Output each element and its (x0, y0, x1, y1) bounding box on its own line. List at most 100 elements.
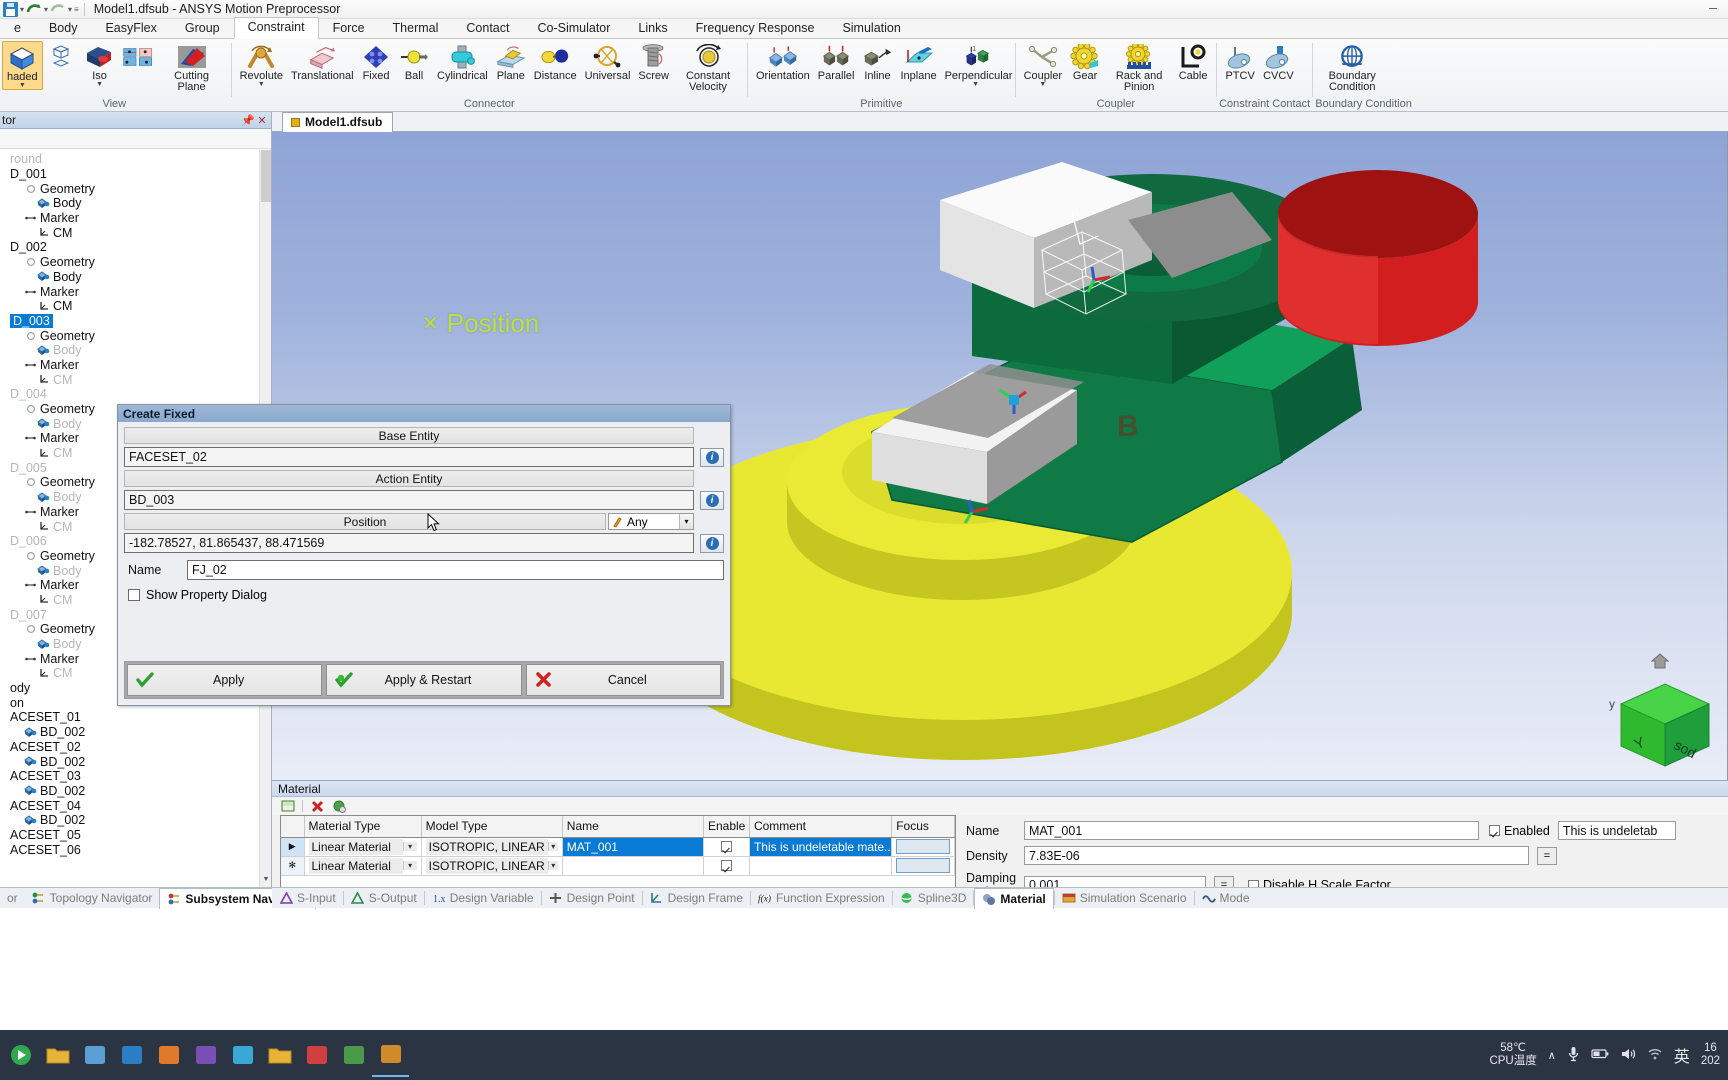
dialog-apply-restart-button[interactable]: Apply & Restart (326, 664, 522, 696)
tree-item[interactable]: ACESET_02 (0, 740, 259, 755)
show-property-checkbox[interactable] (128, 589, 140, 601)
taskbar-ansys-icon[interactable] (372, 1033, 409, 1077)
pin-icon[interactable]: 📌 (241, 114, 255, 127)
chevron-down-icon[interactable]: ▾ (402, 842, 417, 851)
tree-item[interactable]: CM (0, 372, 259, 387)
tree-item[interactable]: Marker (0, 358, 259, 373)
cell-focus[interactable] (891, 837, 955, 857)
ribbon-tab-thermal[interactable]: Thermal (379, 18, 453, 39)
chevron-down-icon[interactable]: ▼ (258, 81, 265, 88)
cell-focus[interactable] (891, 856, 955, 876)
ribbon-tab-co-simulator[interactable]: Co-Simulator (523, 18, 624, 39)
cell-enable[interactable] (703, 856, 750, 876)
ribbon-button-inline[interactable]: Inline (858, 41, 896, 82)
focus-field[interactable] (896, 858, 950, 873)
enabled-checkbox-group[interactable]: Enabled (1489, 824, 1550, 838)
material-name-input[interactable] (1024, 821, 1479, 840)
tree-item[interactable]: ACESET_06 (0, 842, 259, 857)
taskbar-folder-explorer-icon[interactable] (39, 1033, 76, 1077)
chevron-down-icon[interactable]: ▾ (44, 2, 48, 17)
chevron-down-icon[interactable]: ▾ (547, 842, 558, 851)
taskbar-browser-icon[interactable] (224, 1033, 261, 1077)
taskbar-teams-icon[interactable] (187, 1033, 224, 1077)
column-header[interactable]: Name (562, 816, 704, 838)
cell-material-type[interactable]: Linear Material ▾ (304, 837, 422, 857)
cpu-temp-indicator[interactable]: 58℃ CPU温度 (1489, 1042, 1536, 1068)
column-header[interactable] (281, 816, 305, 838)
ribbon-button-universal[interactable]: Universal (581, 41, 635, 82)
row-marker[interactable]: ▶ (281, 837, 305, 857)
column-header[interactable]: Focus (891, 816, 955, 838)
ribbon-tab-easyflex[interactable]: EasyFlex (91, 18, 170, 39)
material-table-body[interactable]: ▶ Linear Material ▾ ISOTROPIC, LINEAR ▾ MAT_0… (281, 837, 955, 876)
base-entity-field[interactable]: FACESET_02 (124, 447, 694, 467)
ribbon-button-coupler[interactable]: Coupler ▼ (1020, 41, 1067, 88)
volume-icon[interactable] (1621, 1047, 1636, 1064)
tree-item[interactable]: Marker (0, 284, 259, 299)
ribbon-tab-e[interactable]: e (0, 18, 35, 39)
minimize-button[interactable]: ─ (1698, 0, 1728, 19)
ribbon-tab-group[interactable]: Group (171, 18, 234, 39)
tree-item[interactable]: Body (0, 196, 259, 211)
undo-icon[interactable] (26, 2, 42, 16)
tree-item[interactable]: Body (0, 343, 259, 358)
tab-s-output[interactable]: S-Output (344, 889, 424, 907)
ribbon-button-cutting-plane[interactable]: Cutting Plane (157, 41, 227, 93)
info-icon[interactable]: i (700, 447, 724, 467)
tree-item[interactable]: Geometry (0, 181, 259, 196)
ribbon-button-inplane[interactable]: Inplane (896, 41, 940, 82)
ribbon-button-orientation[interactable]: Orientation (752, 41, 814, 82)
taskbar-blue-app-icon[interactable] (113, 1033, 150, 1077)
density-input[interactable] (1024, 846, 1529, 865)
save-icon[interactable] (3, 1, 18, 17)
tree-item[interactable]: ACESET_05 (0, 828, 259, 843)
chevron-down-icon[interactable]: ▾ (402, 861, 417, 870)
info-icon[interactable]: i (700, 533, 724, 553)
cell-enable[interactable] (703, 837, 750, 857)
tree-item[interactable]: D_002 (0, 240, 259, 255)
taskbar-calc-icon[interactable] (335, 1033, 372, 1077)
ribbon-tab-links[interactable]: Links (624, 18, 681, 39)
enabled-checkbox[interactable] (1489, 825, 1500, 836)
cell-name[interactable] (562, 856, 704, 876)
ribbon-tab-contact[interactable]: Contact (452, 18, 523, 39)
tab-spline3d[interactable]: Spline3D (893, 889, 974, 907)
tree-item[interactable]: ACESET_03 (0, 769, 259, 784)
taskbar-orange-app-icon[interactable] (150, 1033, 187, 1077)
delete-material-icon[interactable] (310, 799, 325, 813)
tab-design-frame[interactable]: Design Frame (643, 889, 750, 907)
cell-material-type[interactable]: Linear Material ▾ (304, 856, 422, 876)
ribbon-button-gear[interactable]: Gear (1066, 41, 1104, 82)
ribbon-button-cylindrical[interactable]: Cylindrical (433, 41, 492, 82)
wifi-icon[interactable] (1647, 1047, 1663, 1063)
column-header[interactable]: Comment (749, 816, 893, 838)
dialog-cancel-button[interactable]: Cancel (525, 664, 721, 696)
tree-item[interactable]: CM (0, 299, 259, 314)
tree-item[interactable]: BD_002 (0, 754, 259, 769)
tree-item[interactable]: BD_002 (0, 725, 259, 740)
ribbon-tab-force[interactable]: Force (319, 18, 379, 39)
focus-field[interactable] (896, 839, 950, 854)
action-entity-field[interactable]: BD_003 (124, 490, 694, 510)
tree-item[interactable]: round (0, 152, 259, 167)
ribbon-button-plane[interactable]: Plane (492, 41, 530, 82)
ime-indicator[interactable]: 英 (1674, 1043, 1690, 1067)
tree-item[interactable]: BD_002 (0, 813, 259, 828)
ribbon-button-constant-velocity[interactable]: Constant Velocity (673, 41, 743, 93)
ribbon-button-iso[interactable]: Iso ▼ (81, 41, 119, 88)
enable-checkbox[interactable] (720, 840, 732, 852)
position-mode-select[interactable]: Any ▾ (608, 513, 694, 530)
tab-topology-navigator[interactable]: Topology Navigator (25, 889, 160, 907)
tab-material[interactable]: Material (974, 887, 1054, 909)
ribbon-button-display-modes-icon[interactable] (43, 41, 81, 71)
tree-item[interactable]: ACESET_01 (0, 710, 259, 725)
info-icon[interactable]: i (700, 490, 724, 510)
taskbar-pdf-icon[interactable] (298, 1033, 335, 1077)
tab-mode[interactable]: Mode (1195, 889, 1257, 907)
ribbon-button-screw[interactable]: Screw (634, 41, 673, 82)
tab-simulation-scenario[interactable]: Simulation Scenario (1055, 889, 1194, 907)
tray-expand-icon[interactable]: ∧ (1548, 1049, 1556, 1062)
cell-model-type[interactable]: ISOTROPIC, LINEAR ▾ (421, 837, 563, 857)
taskbar-folder2-icon[interactable] (261, 1033, 298, 1077)
tab-or[interactable]: or (0, 889, 25, 907)
